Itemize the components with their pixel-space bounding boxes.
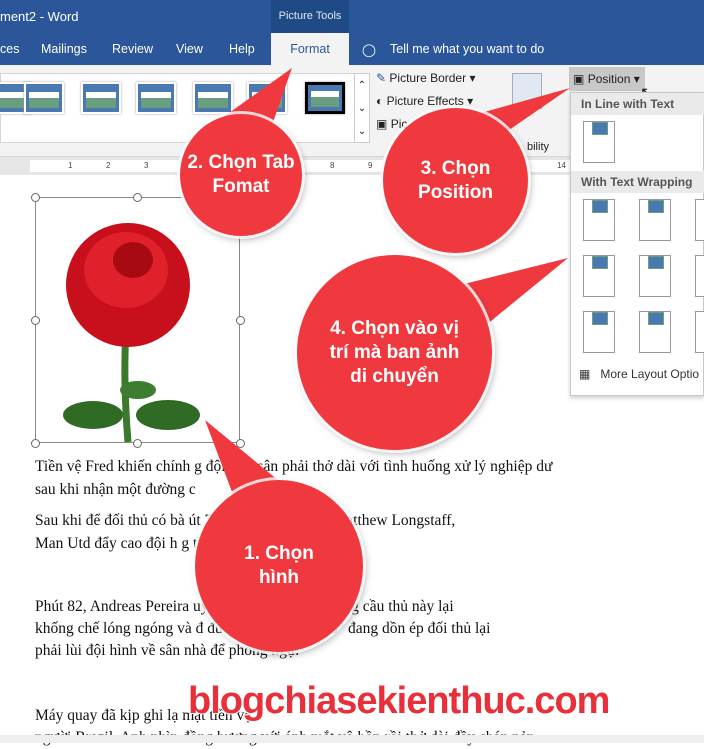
callout-step-3: 3. Chọn Position	[383, 108, 528, 253]
callout-step-4: 4. Chọn vào vị trí mà ban ảnh di chuyển	[297, 255, 492, 450]
status-bar	[0, 735, 704, 743]
callout-step-1: 1. Chọn hình	[195, 480, 363, 652]
watermark: blogchiasekienthuc.com	[187, 679, 611, 723]
callout-step-2: 2. Chọn Tab Fomat	[180, 114, 302, 236]
